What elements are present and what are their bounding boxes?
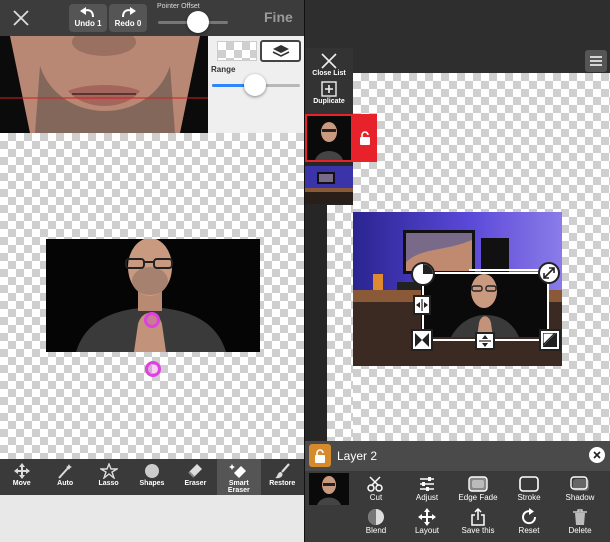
range-slider-knob[interactable]: [244, 74, 266, 96]
lasso-icon: [87, 462, 130, 480]
layer-info-bar: Layer 2: [305, 441, 610, 471]
tool-shapes[interactable]: Shapes: [130, 459, 173, 495]
selection-frame: [422, 272, 549, 341]
stroke-icon: [501, 475, 557, 493]
redo-button[interactable]: Redo 0: [109, 4, 147, 32]
magic-wand-icon: [43, 462, 86, 480]
stretch-horizontal-handle[interactable]: [413, 295, 431, 315]
shadow-button[interactable]: Shadow: [552, 475, 608, 502]
undo-icon: [69, 6, 107, 18]
blend-icon: [348, 508, 404, 526]
fine-toggle[interactable]: Fine: [264, 9, 293, 25]
duplicate-button-label[interactable]: Duplicate: [305, 98, 353, 105]
rotate-scale-handle[interactable]: [538, 262, 560, 284]
shapes-icon: [130, 462, 173, 480]
trash-icon: [552, 508, 608, 526]
tool-auto[interactable]: Auto: [43, 459, 86, 495]
edge-fade-icon: [450, 475, 506, 493]
opacity-icon: [413, 264, 433, 284]
layer-actions-panel: Cut Adjust Edge Fade Stroke Shadow Blend…: [305, 471, 610, 542]
photo-layer[interactable]: [46, 239, 260, 352]
layer-mode-button[interactable]: [260, 40, 301, 62]
stretch-vertical-icon: [479, 335, 491, 347]
edge-fade-button[interactable]: Edge Fade: [450, 475, 506, 502]
flip-horizontal-icon: [415, 333, 429, 347]
scissors-icon: [348, 475, 404, 493]
flip-vertical-handle[interactable]: [539, 329, 561, 351]
brush-icon: [261, 462, 304, 480]
flip-horizontal-handle[interactable]: [411, 329, 433, 351]
unlock-icon: [359, 131, 371, 145]
unlock-layer-button[interactable]: [353, 114, 377, 162]
sliders-icon: [399, 475, 455, 493]
close-list-button[interactable]: Close List Duplicate: [305, 48, 353, 114]
shadow-icon: [552, 475, 608, 493]
pointer-circle[interactable]: [145, 361, 161, 377]
blend-button[interactable]: Blend: [348, 508, 404, 535]
range-label: Range: [211, 65, 236, 74]
adjust-button[interactable]: Adjust: [399, 475, 455, 502]
resize-diagonal-icon: [543, 267, 555, 279]
stroke-button[interactable]: Stroke: [501, 475, 557, 502]
save-this-button[interactable]: Save this: [450, 508, 506, 535]
top-toolbar: Undo 1 Redo 0 Pointer Offset Fine: [0, 0, 304, 36]
editing-canvas[interactable]: [0, 133, 304, 459]
transparent-preview[interactable]: [217, 41, 257, 61]
reset-icon: [501, 508, 557, 526]
reset-button[interactable]: Reset: [501, 508, 557, 535]
flip-diagonal-icon: [543, 333, 557, 347]
pointer-offset-slider-knob[interactable]: [187, 11, 209, 33]
tools-bar: Move Auto Lasso Shapes Eraser Smart Eras…: [0, 459, 304, 495]
stretch-vertical-handle[interactable]: [475, 332, 495, 350]
tool-restore[interactable]: Restore: [261, 459, 304, 495]
layer-list-scroll-area[interactable]: [327, 205, 353, 441]
tool-lasso[interactable]: Lasso: [87, 459, 130, 495]
move-icon: [399, 508, 455, 526]
duplicate-icon[interactable]: [305, 81, 353, 97]
close-icon: [305, 48, 353, 69]
bottom-area: [0, 495, 304, 542]
layers-editor-panel: Close List Duplicate Layer 2 Cut Adjust …: [305, 0, 610, 542]
delete-button[interactable]: Delete: [552, 508, 608, 535]
menu-icon[interactable]: [585, 50, 607, 72]
range-panel: Range: [208, 36, 304, 133]
layer-name: Layer 2: [337, 449, 378, 463]
eraser-brush-circle: [144, 312, 160, 328]
smart-eraser-icon: [217, 462, 260, 480]
zoom-preview: [0, 36, 208, 133]
layers-icon: [272, 44, 290, 58]
pointer-offset-label: Pointer Offset: [157, 3, 200, 10]
redo-icon: [109, 6, 147, 18]
lock-icon[interactable]: [309, 444, 331, 467]
stretch-horizontal-icon: [416, 299, 428, 311]
tool-move[interactable]: Move: [0, 459, 43, 495]
layer-preview-thumbnail: [309, 473, 349, 505]
cut-button[interactable]: Cut: [348, 475, 404, 502]
move-icon: [0, 462, 43, 480]
tool-smart-eraser[interactable]: Smart Eraser: [217, 459, 261, 495]
undo-button[interactable]: Undo 1: [69, 4, 107, 32]
layer-thumbnail-2[interactable]: [305, 114, 353, 162]
share-icon: [450, 508, 506, 526]
layer-thumbnail-1[interactable]: [305, 166, 353, 204]
layers-canvas[interactable]: [353, 73, 610, 441]
layout-button[interactable]: Layout: [399, 508, 455, 535]
eraser-editor-panel: Range Undo 1 Redo 0 Pointer Offset Fine …: [0, 0, 304, 542]
selection-top-line: [469, 269, 547, 271]
close-layer-icon[interactable]: [589, 447, 605, 463]
close-icon[interactable]: [12, 9, 30, 27]
tool-eraser[interactable]: Eraser: [174, 459, 217, 495]
eraser-icon: [174, 462, 217, 480]
opacity-handle[interactable]: [411, 262, 435, 286]
